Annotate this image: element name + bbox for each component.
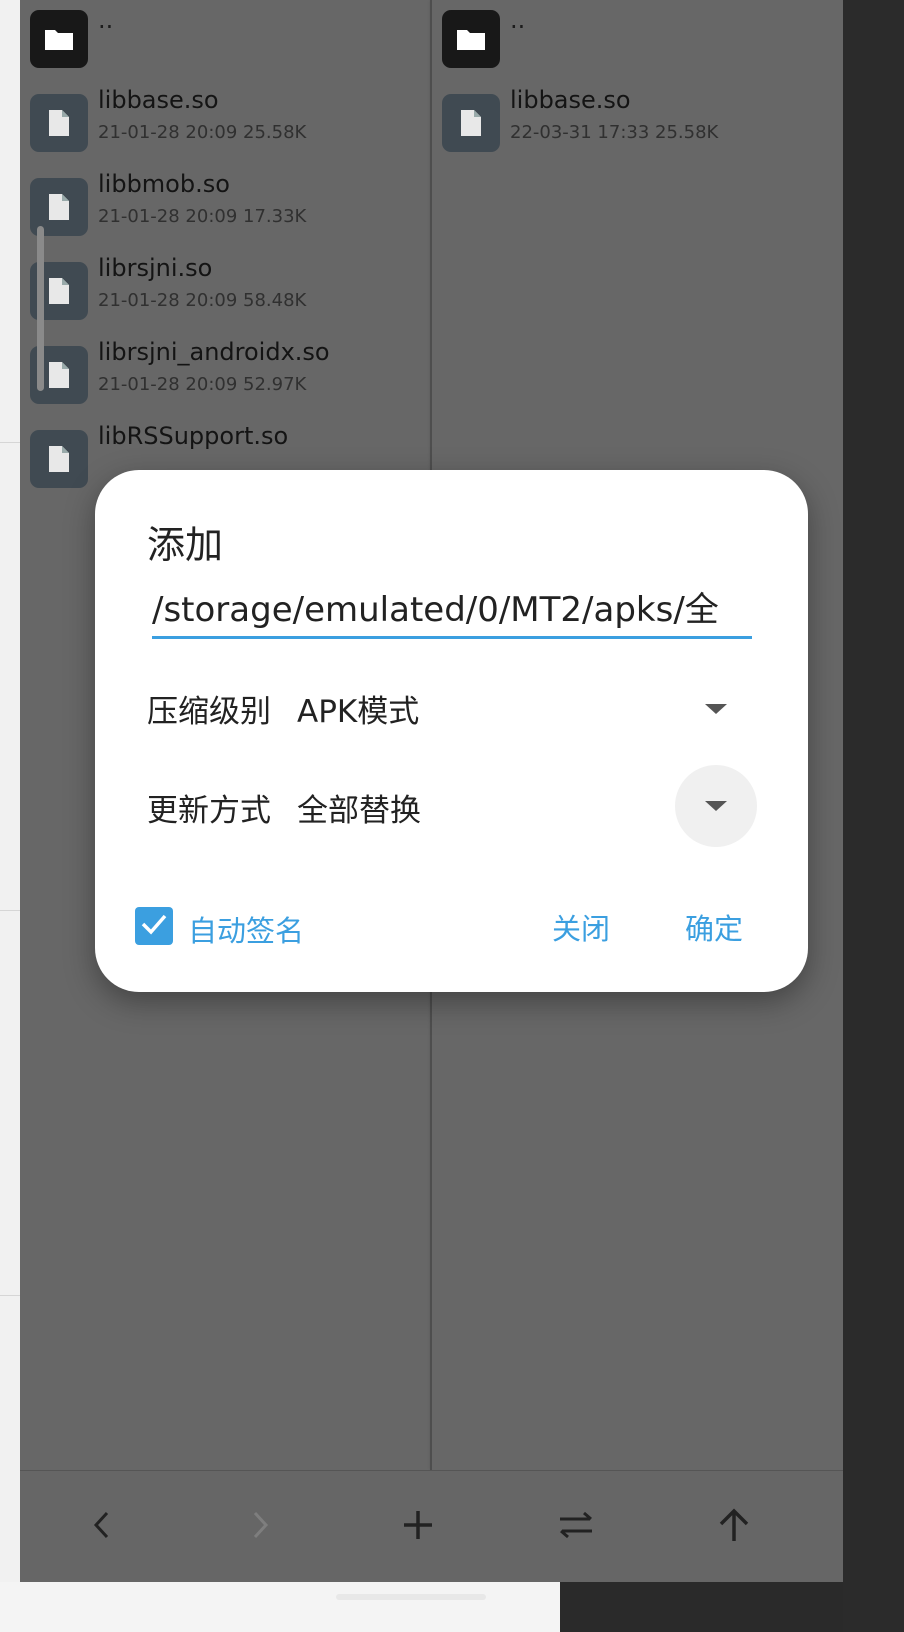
left-background-strip xyxy=(0,0,20,1632)
back-button[interactable] xyxy=(74,1499,130,1555)
update-mode-label: 更新方式 xyxy=(147,793,271,829)
check-icon xyxy=(140,912,168,940)
compression-level-label: 压缩级别 xyxy=(147,694,271,730)
file-meta: 21-01-28 20:09 25.58K xyxy=(98,122,307,143)
arrow-up-icon xyxy=(717,1507,751,1547)
file-row[interactable]: librsjni_androidx.so 21-01-28 20:09 52.9… xyxy=(20,336,430,416)
chevron-down-icon[interactable] xyxy=(675,765,757,847)
compression-level-select[interactable]: 压缩级别 APK模式 xyxy=(147,678,757,738)
parent-folder-label: .. xyxy=(98,6,114,34)
file-row[interactable]: librsjni.so 21-01-28 20:09 58.48K xyxy=(20,252,430,332)
strip-divider xyxy=(0,442,20,443)
forward-button[interactable] xyxy=(232,1499,288,1555)
update-mode-value: 全部替换 xyxy=(297,793,421,829)
strip-divider xyxy=(0,910,20,911)
file-name: librsjni.so xyxy=(98,254,213,282)
file-meta: 21-01-28 20:09 58.48K xyxy=(98,290,307,311)
right-background-strip xyxy=(843,0,904,1632)
path-input[interactable] xyxy=(152,582,752,639)
scrollbar-thumb[interactable] xyxy=(37,226,44,391)
file-meta: 21-01-28 20:09 52.97K xyxy=(98,374,307,395)
file-icon xyxy=(442,94,500,152)
file-row[interactable]: libbmob.so 21-01-28 20:09 17.33K xyxy=(20,168,430,248)
chevron-down-icon[interactable] xyxy=(675,668,757,750)
update-mode-select[interactable]: 更新方式 全部替换 xyxy=(147,765,757,847)
parent-folder-row[interactable]: .. xyxy=(432,0,843,80)
confirm-button[interactable]: 确定 xyxy=(685,906,743,948)
file-name: libbmob.so xyxy=(98,170,230,198)
chevron-left-icon xyxy=(92,1510,112,1544)
bottom-background-strip xyxy=(0,1582,560,1632)
auto-sign-label[interactable]: 自动签名 xyxy=(188,908,304,950)
parent-folder-label: .. xyxy=(510,6,526,34)
add-button[interactable] xyxy=(390,1499,446,1555)
file-icon xyxy=(30,94,88,152)
file-name: libRSSupport.so xyxy=(98,422,289,450)
folder-icon xyxy=(30,10,88,68)
swap-button[interactable] xyxy=(548,1499,604,1555)
auto-sign-checkbox[interactable] xyxy=(135,907,173,945)
parent-folder-row[interactable]: .. xyxy=(20,0,430,80)
swap-icon xyxy=(556,1509,596,1545)
file-icon xyxy=(30,430,88,488)
dialog-title: 添加 xyxy=(147,523,224,567)
folder-icon xyxy=(442,10,500,68)
file-row[interactable]: libbase.so 22-03-31 17:33 25.58K xyxy=(432,84,843,164)
phone-screen: .. libbase.so 21-01-28 20:09 25.58K libb… xyxy=(20,0,843,1582)
file-name: libbase.so xyxy=(510,86,631,114)
bottom-toolbar xyxy=(20,1470,843,1582)
plus-icon xyxy=(402,1509,434,1545)
file-meta: 21-01-28 20:09 17.33K xyxy=(98,206,307,227)
file-name: librsjni_androidx.so xyxy=(98,338,330,366)
file-meta: 22-03-31 17:33 25.58K xyxy=(510,122,719,143)
close-button[interactable]: 关闭 xyxy=(552,906,610,948)
strip-divider xyxy=(0,1295,20,1296)
up-button[interactable] xyxy=(706,1499,762,1555)
add-dialog: 添加 压缩级别 APK模式 更新方式 全部替换 自动签名 关闭 确定 xyxy=(95,470,808,992)
chevron-right-icon xyxy=(250,1510,270,1544)
compression-level-value: APK模式 xyxy=(297,694,420,730)
file-name: libbase.so xyxy=(98,86,219,114)
file-row[interactable]: libbase.so 21-01-28 20:09 25.58K xyxy=(20,84,430,164)
home-indicator[interactable] xyxy=(336,1594,486,1600)
